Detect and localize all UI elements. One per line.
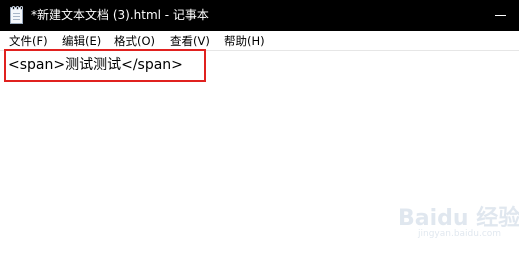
menu-help[interactable]: 帮助(H) — [224, 31, 265, 51]
title-bar[interactable]: *新建文本文档 (3).html - 记事本 — [0, 0, 519, 31]
watermark-brand: Baidu 经验 — [398, 206, 519, 231]
menu-format[interactable]: 格式(O) — [114, 31, 155, 51]
annotation-highlight-box — [4, 49, 206, 82]
menu-view[interactable]: 查看(V) — [170, 31, 210, 51]
notepad-icon[interactable] — [10, 6, 23, 24]
minimize-button[interactable] — [487, 0, 519, 31]
menu-bar: 文件(F) 编辑(E) 格式(O) 查看(V) 帮助(H) — [0, 31, 519, 51]
menu-edit[interactable]: 编辑(E) — [62, 31, 101, 51]
window-title: *新建文本文档 (3).html - 记事本 — [31, 8, 209, 22]
minimize-icon — [495, 15, 506, 16]
watermark-url: jingyan.baidu.com — [418, 229, 502, 239]
baidu-watermark: Baidu 经验 jingyan.baidu.com — [398, 200, 519, 245]
menu-file[interactable]: 文件(F) — [9, 31, 48, 51]
notepad-window: *新建文本文档 (3).html - 记事本 文件(F) 编辑(E) 格式(O)… — [0, 0, 519, 253]
